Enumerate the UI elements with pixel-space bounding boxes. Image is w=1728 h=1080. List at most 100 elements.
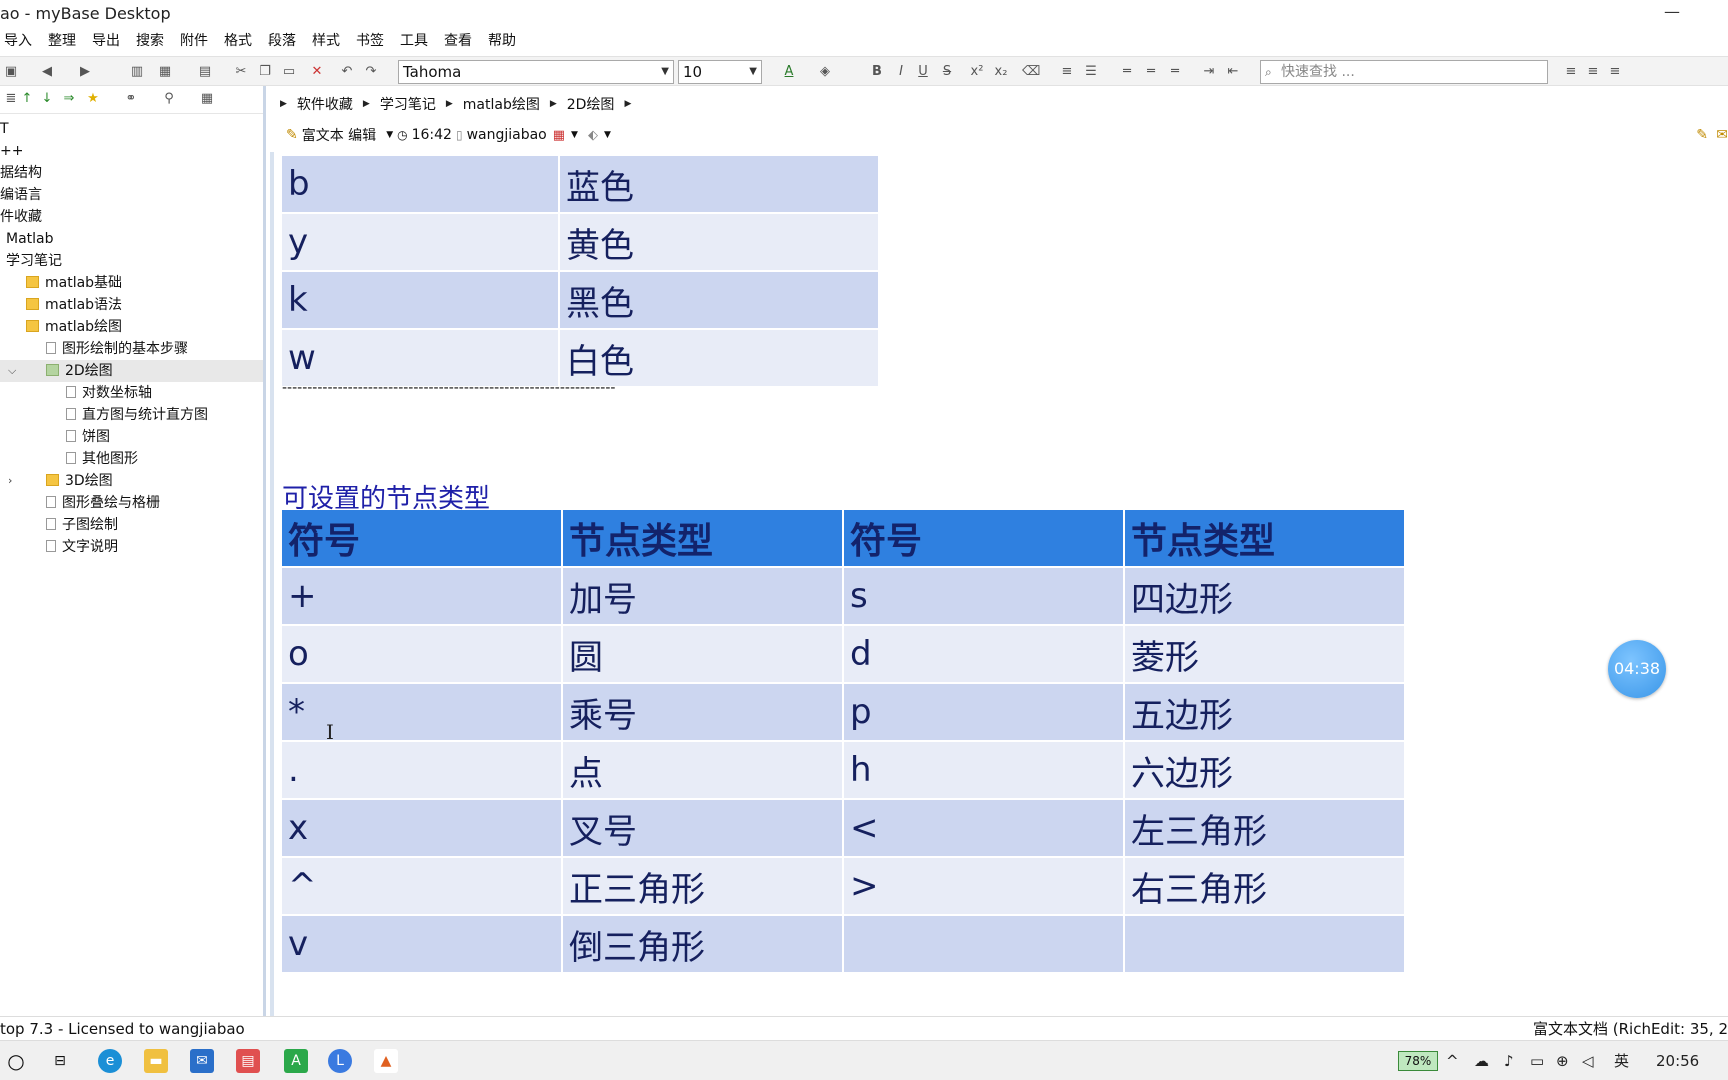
system-clock[interactable]: 20:56 <box>1656 1041 1699 1080</box>
mail-icon[interactable]: ✉ <box>190 1049 214 1073</box>
menu-item[interactable]: 格式 <box>216 29 260 53</box>
microphone-icon[interactable]: ♪ <box>1504 1041 1514 1080</box>
calendar-icon[interactable]: ▦ <box>553 128 565 143</box>
bold-button[interactable]: B <box>868 63 886 81</box>
battery-indicator[interactable]: 78% <box>1398 1051 1438 1071</box>
subscript-icon[interactable]: x₂ <box>992 63 1010 81</box>
tree-item[interactable]: 编语言 <box>0 184 263 206</box>
align-right-icon[interactable]: ≡ <box>1606 63 1624 81</box>
new-folder-icon[interactable]: ▣ <box>2 63 20 81</box>
link-icon[interactable]: ⚭ <box>122 90 140 108</box>
tree-item[interactable]: 饼图 <box>0 426 263 448</box>
network-icon[interactable]: ⊕ <box>1556 1041 1569 1080</box>
strikethrough-button[interactable]: S <box>938 63 956 81</box>
chevron-down-icon[interactable]: ⌵ <box>8 360 16 382</box>
chevron-down-icon[interactable]: ▼ <box>571 130 578 140</box>
menu-item[interactable]: 导出 <box>84 29 128 53</box>
task-view-icon[interactable]: ⊟ <box>48 1049 72 1073</box>
tree-item[interactable]: Matlab <box>0 228 263 250</box>
tree-item[interactable]: 其他图形 <box>0 448 263 470</box>
tree-item[interactable]: 据结构 <box>0 162 263 184</box>
clear-format-icon[interactable]: ⌫ <box>1022 63 1040 81</box>
chevron-right-icon[interactable]: ▶ <box>624 99 631 109</box>
ime-indicator[interactable]: 英 <box>1614 1041 1629 1080</box>
note-editor[interactable]: b 蓝色 y 黄色 k 黑色 w 白色 ---------------------------… <box>270 152 1728 1016</box>
italic-button[interactable]: I <box>892 63 910 81</box>
forward-icon[interactable]: ▶ <box>76 63 94 81</box>
chevron-down-icon[interactable]: ▼ <box>386 130 393 140</box>
quick-search-input[interactable]: ⌕ 快速查找 ... <box>1260 60 1548 84</box>
highlight-icon[interactable]: ◈ <box>816 63 834 81</box>
chevron-right-icon[interactable]: ▶ <box>363 99 370 109</box>
numbered-list-icon[interactable]: ≡ <box>1058 63 1076 81</box>
matlab-icon[interactable]: ▲ <box>374 1049 398 1073</box>
chevron-up-icon[interactable]: ^ <box>1446 1041 1459 1080</box>
tree-item[interactable]: 对数坐标轴 <box>0 382 263 404</box>
tree-item[interactable]: ⌵ 2D绘图 <box>0 360 263 382</box>
tree-item[interactable]: 子图绘制 <box>0 514 263 536</box>
mybase-icon[interactable]: ▤ <box>236 1049 260 1073</box>
font-family-select[interactable]: Tahoma ▼ <box>398 60 674 84</box>
line-spacing-3-icon[interactable]: ═ <box>1166 63 1184 81</box>
tag-icon[interactable]: ⬖ <box>588 128 598 143</box>
chevron-right-icon[interactable]: ▶ <box>446 99 453 109</box>
menu-item[interactable]: 附件 <box>172 29 216 53</box>
breadcrumb-item[interactable]: matlab绘图 <box>463 94 540 114</box>
copy-icon[interactable]: ❐ <box>256 63 274 81</box>
recording-timer[interactable]: 04:38 <box>1608 640 1666 698</box>
tree-item[interactable]: matlab绘图 <box>0 316 263 338</box>
chevron-down-icon[interactable]: ▼ <box>604 130 611 140</box>
cut-icon[interactable]: ✂ <box>232 63 250 81</box>
table-icon[interactable]: ▤ <box>196 63 214 81</box>
menu-item[interactable]: 样式 <box>304 29 348 53</box>
minimize-button[interactable]: — <box>1652 2 1692 24</box>
underline-button[interactable]: U <box>914 63 932 81</box>
move-right-icon[interactable]: ⇒ <box>60 90 78 108</box>
align-center-icon[interactable]: ≡ <box>1584 63 1602 81</box>
align-left-icon[interactable]: ≡ <box>1562 63 1580 81</box>
line-spacing-1-icon[interactable]: ═ <box>1118 63 1136 81</box>
menu-item[interactable]: 帮助 <box>480 29 524 53</box>
star-icon[interactable]: ★ <box>84 90 102 108</box>
font-color-icon[interactable]: A <box>780 63 798 81</box>
chevron-right-icon[interactable]: › <box>8 470 12 492</box>
tree-item[interactable]: 图形叠绘与格栅 <box>0 492 263 514</box>
bullet-list-icon[interactable]: ☰ <box>1082 63 1100 81</box>
power-icon[interactable]: ▭ <box>1530 1041 1544 1080</box>
layout-icon[interactable]: ▥ <box>128 63 146 81</box>
attach-icon[interactable]: ⚲ <box>160 90 178 108</box>
menu-item[interactable]: 导入 <box>0 29 40 53</box>
breadcrumb-item[interactable]: 软件收藏 <box>297 94 353 114</box>
menu-item[interactable]: 整理 <box>40 29 84 53</box>
edge-icon[interactable]: e <box>98 1049 122 1073</box>
menu-item[interactable]: 工具 <box>392 29 436 53</box>
font-size-select[interactable]: 10 ▼ <box>678 60 762 84</box>
volume-icon[interactable]: ◁ <box>1582 1041 1594 1080</box>
breadcrumb-item[interactable]: 2D绘图 <box>567 94 615 114</box>
back-icon[interactable]: ◀ <box>38 63 56 81</box>
chevron-right-icon[interactable]: ▶ <box>280 99 287 109</box>
menu-item[interactable]: 查看 <box>436 29 480 53</box>
outdent-icon[interactable]: ⇤ <box>1224 63 1242 81</box>
tree-item[interactable]: T <box>0 118 263 140</box>
breadcrumb-item[interactable]: 学习笔记 <box>380 94 436 114</box>
cloud-icon[interactable]: ☁ <box>1474 1041 1489 1080</box>
file-explorer-icon[interactable]: ▬ <box>144 1049 168 1073</box>
tree-item[interactable]: 件收藏 <box>0 206 263 228</box>
move-up-icon[interactable]: ↑ <box>18 90 36 108</box>
tree-item[interactable]: 直方图与统计直方图 <box>0 404 263 426</box>
undo-icon[interactable]: ↶ <box>338 63 356 81</box>
tree-item[interactable]: ++ <box>0 140 263 162</box>
menu-item[interactable]: 书签 <box>348 29 392 53</box>
export-icon[interactable]: ▦ <box>198 90 216 108</box>
start-search-icon[interactable]: ○ <box>4 1049 28 1073</box>
app-blue-icon[interactable]: L <box>328 1049 352 1073</box>
chevron-right-icon[interactable]: ▶ <box>550 99 557 109</box>
tree-item[interactable]: 图形绘制的基本步骤 <box>0 338 263 360</box>
indent-icon[interactable]: ⇥ <box>1200 63 1218 81</box>
menu-item[interactable]: 段落 <box>260 29 304 53</box>
move-down-icon[interactable]: ↓ <box>38 90 56 108</box>
paste-icon[interactable]: ▭ <box>280 63 298 81</box>
line-spacing-2-icon[interactable]: ═ <box>1142 63 1160 81</box>
tree-item[interactable]: 文字说明 <box>0 536 263 558</box>
